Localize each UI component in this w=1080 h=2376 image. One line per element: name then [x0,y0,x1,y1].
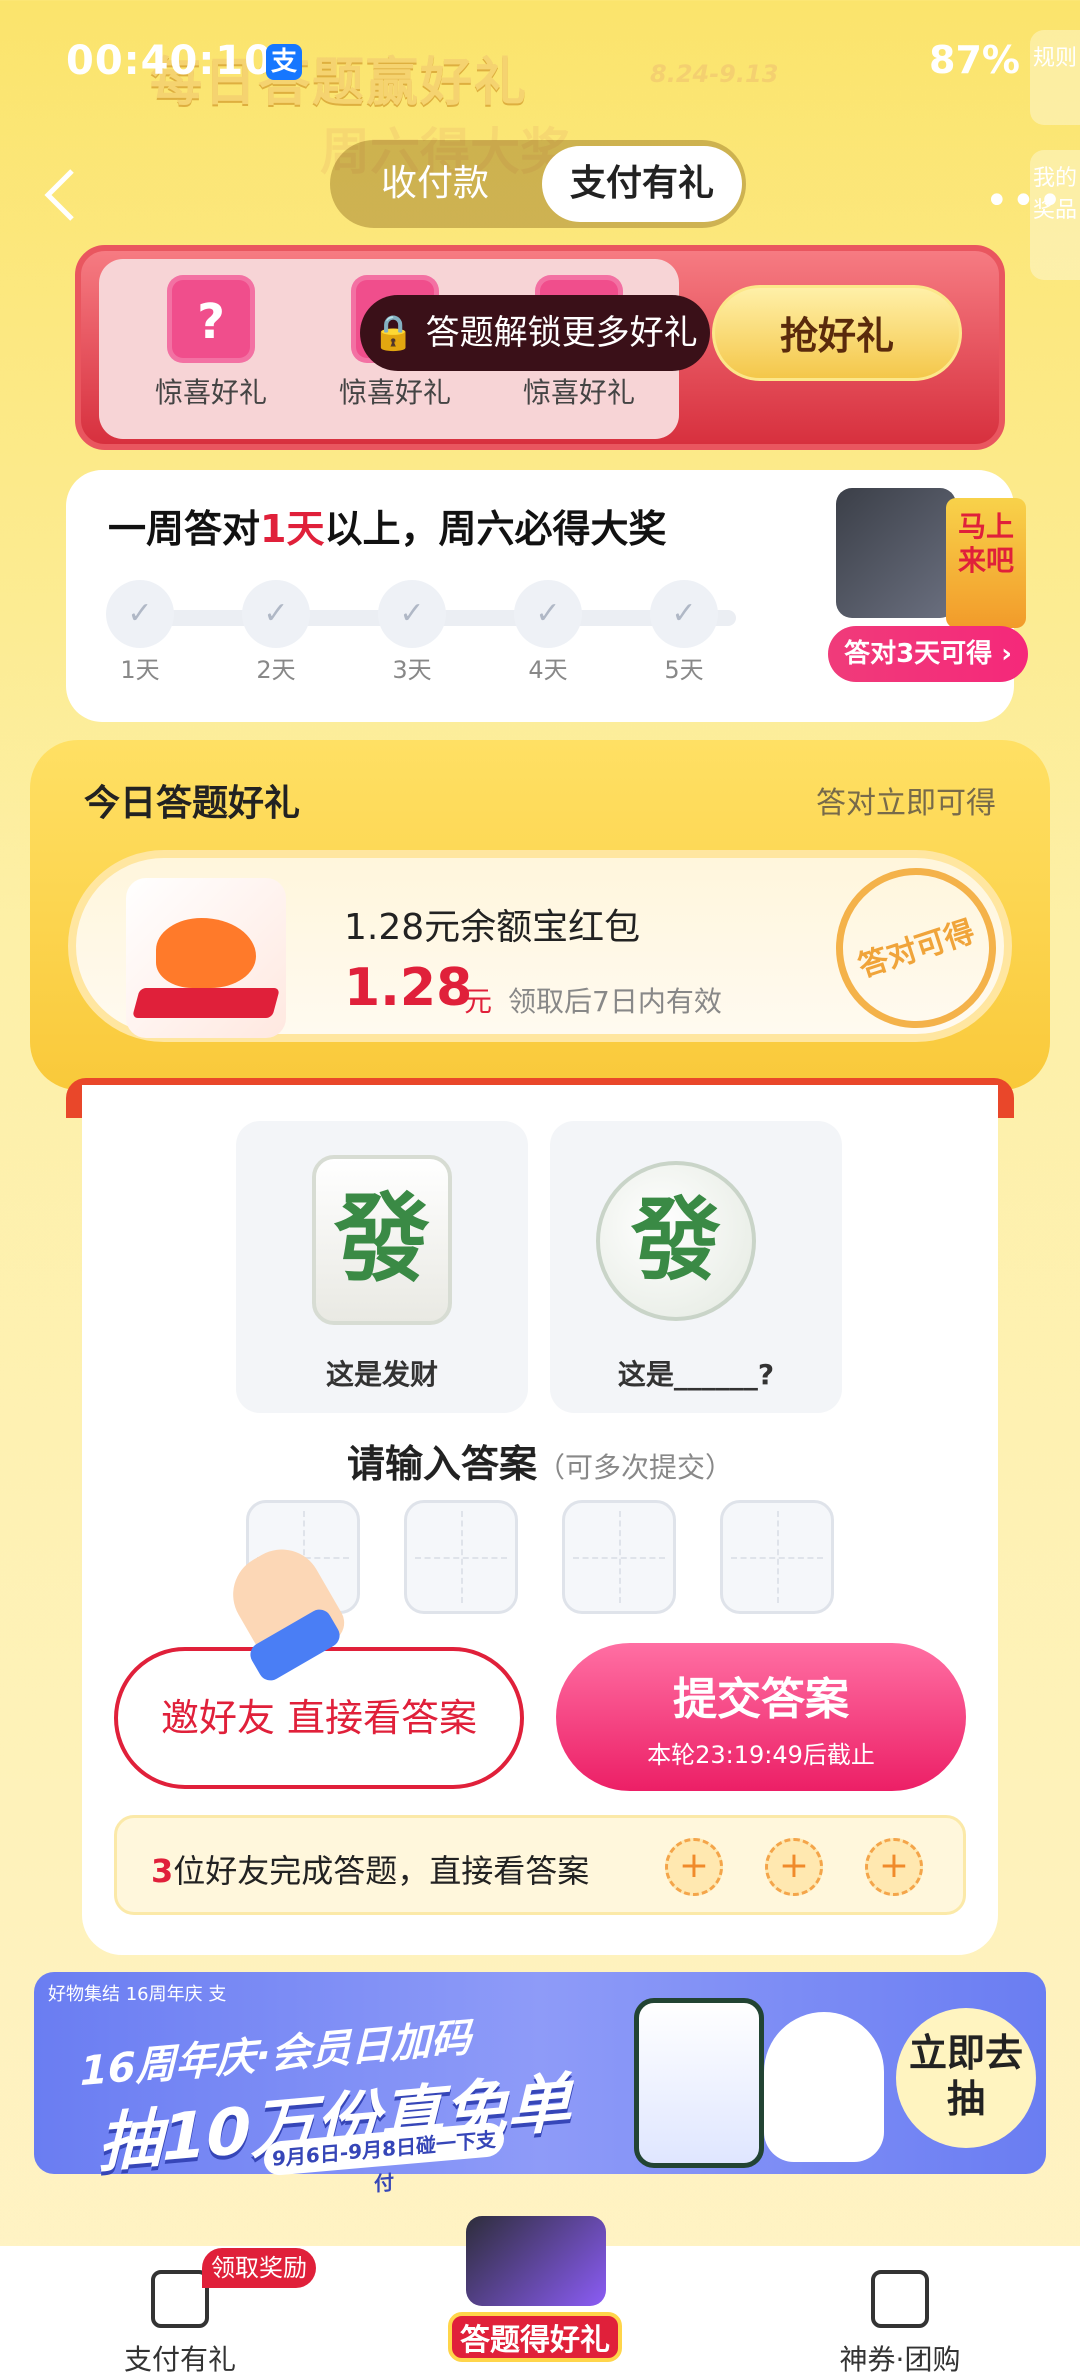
invite-friends-button[interactable]: 邀好友 直接看答案 [114,1647,524,1789]
add-friend-icon[interactable]: + [765,1838,823,1896]
gift-label: 惊喜好礼 [338,376,451,409]
prize-image [466,2216,606,2306]
mahjong-ball-icon: 發 [596,1161,756,1321]
savings-icon [871,2270,929,2328]
friends-help-bar: 3位好友完成答题，直接看答案 + + + [114,1815,966,1915]
today-title: 今日答题好礼 [84,783,301,824]
quiz-panel: 發 这是发财 發 这是______? 请输入答案（可多次提交） 邀好友 直接看答… [82,1085,998,1955]
answer-cell[interactable] [562,1500,676,1614]
promo-phone-image [634,1998,764,2168]
submit-answer-button[interactable]: 提交答案 本轮23:19:49后截止 [556,1643,966,1791]
answer-cell[interactable] [720,1500,834,1614]
tab-quiz-center[interactable]: 答题得好礼 [448,2216,622,2366]
submit-label: 提交答案 [673,1674,849,1725]
add-friend-icon[interactable]: + [665,1838,723,1896]
tab-quiz-label: 答题得好礼 [448,2312,622,2362]
today-subtitle: 答对立即可得 [816,786,996,821]
gift-label: 惊喜好礼 [522,376,635,409]
day-label: 2天 [256,656,296,684]
promo-brand: 好物集结 16周年庆 支 [48,1984,227,2005]
weekly-progress-card: 一周答对1天以上，周六必得大奖 ✓ ✓ ✓ ✓ ✓ 1天 2天 3天 4天 5天… [66,470,1028,722]
battery-level: 87% [929,38,1020,82]
friends-text: 3位好友完成答题，直接看答案 [151,1852,590,1890]
day-label: 4天 [528,656,568,684]
reward-item: 1.28元余额宝红包 1.28 元 领取后7日内有效 答对可得 [68,847,1017,1049]
mystery-gift-icon: ? [167,275,255,363]
day-label: 3天 [392,656,432,684]
weekly-title: 一周答对1天以上，周六必得大奖 [108,507,667,551]
unlock-more-pill: 🔒 答题解锁更多好礼 [360,295,710,371]
check-icon: ✓ [650,580,718,648]
tab-coupons[interactable]: 神券·团购 [780,2270,1020,2376]
alipay-icon: 支 [266,44,302,80]
rules-side-tab[interactable]: 规则 [1030,30,1080,125]
reward-validity: 领取后7日内有效 [508,985,722,1018]
answer-cell[interactable] [404,1500,518,1614]
add-friend-icon[interactable]: + [865,1838,923,1896]
carpet-shape [131,988,281,1018]
answer-stamp: 答对可得 [815,847,1017,1049]
tab-label: 支付有礼 [123,2343,236,2376]
draw-now-button[interactable]: 立即去抽 [896,2008,1036,2148]
question-label: 这是发财 [325,1358,438,1391]
unlock-text: 答题解锁更多好礼 [425,313,698,353]
status-bar: 每日答题赢好礼 周六得大奖 8.24-9.13 00:40:10 支 87% [0,0,1080,181]
fish-shape [156,918,256,988]
question-label: 这是______? [617,1358,775,1391]
tab-payment[interactable]: 收付款 [330,140,540,228]
question-card-target: 發 这是______? [550,1121,842,1413]
gift-item[interactable]: ? 惊喜好礼 [121,265,301,445]
claim-reward-badge[interactable]: 领取奖励 [202,2248,316,2288]
back-arrow-icon[interactable] [40,165,80,225]
reward-value: 1.28 [344,958,473,1018]
gift-label: 惊喜好礼 [154,376,267,409]
question-card-example: 發 这是发财 [236,1121,528,1413]
deadline-text: 本轮23:19:49后截止 [647,1741,875,1769]
answer-3-days-badge[interactable]: 答对3天可得 › [828,626,1028,682]
banner-date: 8.24-9.13 [650,60,779,88]
promo-mascot-image [764,2012,884,2162]
answer-prompt: 请输入答案（可多次提交） [346,1442,734,1486]
promo-banner[interactable]: 好物集结 16周年庆 支 16周年庆·会员日加码 抽10万份真免单 9月6日-9… [34,1972,1046,2196]
tab-label: 神券·团购 [839,2343,961,2376]
tab-pay-gift[interactable]: 支付有礼 [542,146,742,222]
more-icon[interactable]: ••• [985,178,1065,224]
grab-gift-button[interactable]: 抢好礼 [712,285,962,381]
top-tabs: 收付款 支付有礼 [330,140,746,228]
gift-card-image: 马上来吧 [946,498,1026,628]
check-icon: ✓ [514,580,582,648]
gift-box-icon [151,2270,209,2328]
day-label: 5天 [664,656,704,684]
status-time: 00:40:10 [66,38,273,84]
fish-mascot-icon [126,878,286,1038]
reward-unit: 元 [464,985,493,1018]
check-icon: ✓ [378,580,446,648]
reward-name: 1.28元余额宝红包 [344,907,641,948]
check-icon: ✓ [106,580,174,648]
today-gift-card: 今日答题好礼 答对立即可得 1.28元余额宝红包 1.28 元 领取后7日内有效… [30,740,1050,1090]
phone-prize-image [836,488,956,618]
day-label: 1天 [120,656,160,684]
check-icon: ✓ [242,580,310,648]
mahjong-tile-icon: 發 [312,1155,452,1325]
